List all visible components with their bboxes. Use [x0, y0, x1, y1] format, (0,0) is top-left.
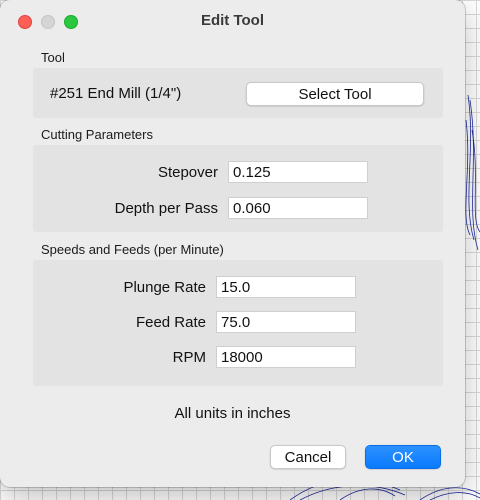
plunge-rate-label: Plunge Rate — [123, 279, 206, 296]
stepover-field[interactable] — [228, 161, 368, 183]
tool-section-label: Tool — [41, 50, 65, 65]
tool-name: #251 End Mill (1/4") — [50, 85, 182, 102]
ok-button[interactable]: OK — [365, 445, 441, 469]
edit-tool-dialog: Edit Tool Tool #251 End Mill (1/4") Sele… — [0, 0, 465, 487]
units-note: All units in inches — [174, 405, 291, 422]
title-bar[interactable]: Edit Tool — [0, 0, 465, 44]
stepover-label: Stepover — [157, 164, 218, 181]
depth-per-pass-label: Depth per Pass — [114, 200, 218, 217]
window-title: Edit Tool — [200, 12, 265, 29]
cutting-parameters-label: Cutting Parameters — [41, 127, 153, 142]
cancel-button[interactable]: Cancel — [270, 445, 346, 469]
depth-per-pass-field[interactable] — [228, 197, 368, 219]
plunge-rate-field[interactable] — [216, 276, 356, 298]
select-tool-button[interactable]: Select Tool — [246, 82, 424, 106]
rpm-label: RPM — [172, 349, 206, 366]
feed-rate-label: Feed Rate — [135, 314, 206, 331]
rpm-field[interactable] — [216, 346, 356, 368]
feed-rate-field[interactable] — [216, 311, 356, 333]
speeds-feeds-label: Speeds and Feeds (per Minute) — [41, 242, 224, 257]
